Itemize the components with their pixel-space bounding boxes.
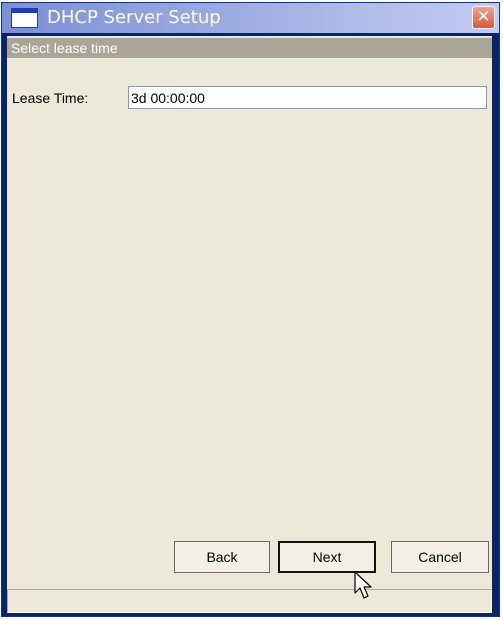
- back-button[interactable]: Back: [174, 541, 270, 573]
- cancel-button[interactable]: Cancel: [391, 541, 489, 573]
- window-title: DHCP Server Setup: [47, 7, 221, 28]
- title-bar[interactable]: DHCP Server Setup ✕: [2, 3, 499, 33]
- section-header: Select lease time: [7, 38, 492, 58]
- wizard-panel: Select lease time Lease Time:: [7, 36, 492, 611]
- lease-time-input[interactable]: [128, 86, 487, 109]
- close-button[interactable]: ✕: [472, 6, 495, 29]
- close-icon: ✕: [476, 7, 491, 27]
- status-bar: [7, 589, 492, 613]
- lease-time-label: Lease Time:: [12, 90, 89, 106]
- next-button[interactable]: Next: [278, 541, 376, 573]
- window-icon: [11, 8, 38, 28]
- mouse-pointer-icon: [354, 571, 372, 599]
